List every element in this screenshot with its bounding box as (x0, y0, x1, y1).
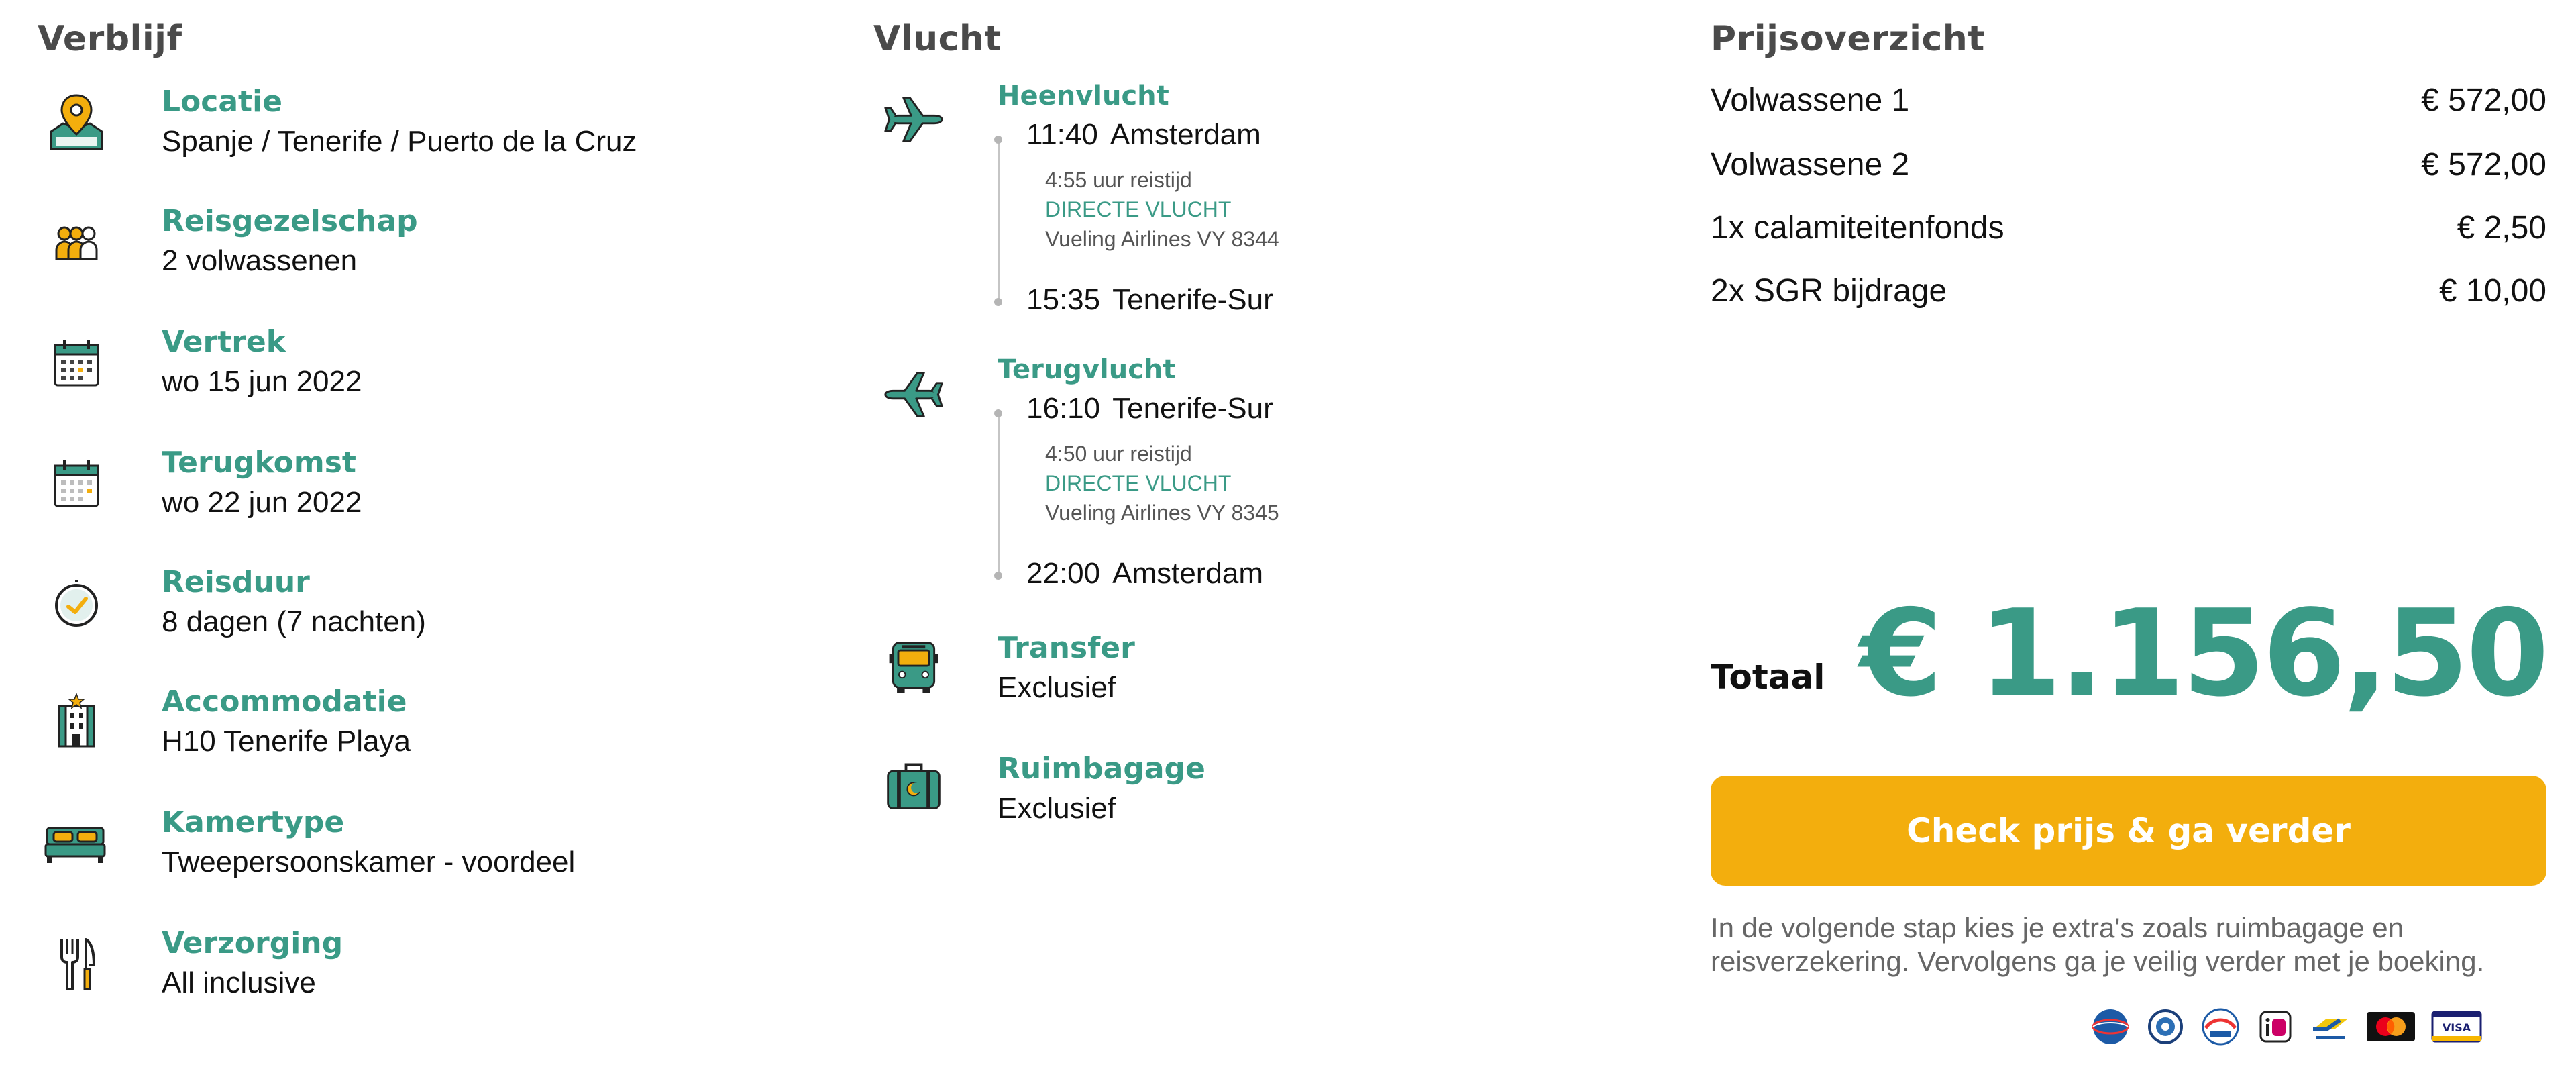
mastercard-logo-icon (2364, 1007, 2418, 1047)
stay-item-kamertype: Kamertype Tweepersoonskamer - voordeel (38, 805, 829, 906)
airplane-icon (884, 371, 943, 418)
stay-item-locatie: Locatie Spanje / Tenerife / Puerto de la… (38, 85, 829, 185)
stay-value: H10 Tenerife Playa (162, 725, 411, 758)
arrival-time: 22:00 (1026, 557, 1101, 590)
vlucht-title: Vlucht (873, 19, 1002, 59)
payment-logos: VISA (2089, 1007, 2483, 1047)
sgr-logo-icon (2199, 1007, 2242, 1047)
cutlery-icon (60, 938, 95, 990)
flight-type: DIRECTE VLUCHT (1045, 471, 1232, 495)
price-row-label: 1x calamiteitenfonds (1711, 210, 2004, 246)
calendar-icon (54, 340, 99, 387)
arrival-time: 15:35 (1026, 283, 1101, 316)
anvr-logo-icon (2089, 1007, 2132, 1047)
price-row: 1x calamiteitenfonds € 2,50 (1711, 209, 2546, 256)
stay-label: Terugkomst (162, 446, 356, 480)
price-row: Volwassene 1 € 572,00 (1711, 82, 2546, 129)
stay-item-reisgezelschap: Reisgezelschap 2 volwassenen (38, 204, 829, 305)
flight-duration: 4:55 uur reistijd (1045, 168, 1192, 192)
bancontact-logo-icon (2309, 1007, 2352, 1047)
stay-label: Vertrek (162, 325, 286, 359)
terugvlucht-title: Terugvlucht (998, 354, 1176, 385)
price-row-value: € 10,00 (2438, 273, 2546, 309)
transfer-item: Transfer Exclusief (873, 631, 1665, 731)
stay-item-verzorging: Verzorging All inclusive (38, 926, 829, 1027)
departure-line: 16:10 Tenerife-Sur (1026, 392, 1273, 425)
stay-item-accommodatie: Accommodatie H10 Tenerife Playa (38, 684, 829, 785)
prijs-title: Prijsoverzicht (1711, 19, 1985, 59)
stay-label: Locatie (162, 85, 282, 119)
hotel-icon (58, 692, 95, 748)
transfer-label: Transfer (998, 631, 1135, 665)
arrival-line: 22:00 Amsterdam (1026, 557, 1263, 591)
stay-label: Reisduur (162, 565, 310, 599)
stay-label: Reisgezelschap (162, 204, 418, 238)
departure-time: 11:40 (1026, 118, 1098, 151)
stay-value: 8 dagen (7 nachten) (162, 605, 426, 638)
price-row-label: 2x SGR bijdrage (1711, 273, 1947, 309)
total-label: Totaal (1711, 658, 1825, 697)
stay-label: Kamertype (162, 805, 345, 840)
transfer-value: Exclusief (998, 671, 1116, 704)
ideal-logo-icon (2254, 1007, 2297, 1047)
bus-icon (889, 642, 938, 693)
price-row: Volwassene 2 € 572,00 (1711, 146, 2546, 193)
departure-time: 16:10 (1026, 392, 1101, 425)
flight-type: DIRECTE VLUCHT (1045, 197, 1232, 221)
prijs-column: Prijsoverzicht Volwassene 1 € 572,00 Vol… (1711, 0, 2549, 1067)
timeline-dot (994, 409, 1002, 417)
check-price-continue-button[interactable]: Check prijs & ga verder (1711, 776, 2546, 886)
stay-value: Spanje / Tenerife / Puerto de la Cruz (162, 125, 637, 158)
flight-duration: 4:50 uur reistijd (1045, 442, 1192, 466)
stay-item-reisduur: Reisduur 8 dagen (7 nachten) (38, 565, 829, 666)
price-row-label: Volwassene 2 (1711, 147, 1910, 183)
stay-item-terugkomst: Terugkomst wo 22 jun 2022 (38, 446, 829, 546)
arrival-line: 15:35 Tenerife-Sur (1026, 283, 1273, 317)
geschillencommissie-logo-icon (2144, 1007, 2187, 1047)
timeline-dot (994, 136, 1002, 144)
heenvlucht-title: Heenvlucht (998, 81, 1169, 111)
arrival-city: Amsterdam (1112, 557, 1264, 590)
departure-line: 11:40 Amsterdam (1026, 118, 1261, 152)
timeline-dot (994, 572, 1002, 580)
ruimbagage-item: Ruimbagage Exclusief (873, 752, 1665, 852)
verblijf-title: Verblijf (38, 19, 182, 59)
airplane-icon (884, 96, 943, 143)
group-people-icon (55, 226, 98, 260)
next-step-note: In de volgende stap kies je extra's zoal… (1711, 912, 2485, 977)
calendar-icon (54, 460, 99, 507)
stay-label: Accommodatie (162, 684, 407, 719)
price-row: 2x SGR bijdrage € 10,00 (1711, 272, 2546, 319)
bed-icon (44, 827, 106, 863)
stay-value: Tweepersoonskamer - voordeel (162, 846, 576, 878)
clock-icon (55, 580, 98, 627)
stay-value: wo 22 jun 2022 (162, 486, 362, 519)
price-row-value: € 572,00 (2421, 83, 2546, 118)
visa-logo-icon: VISA (2430, 1007, 2483, 1047)
departure-city: Tenerife-Sur (1112, 392, 1273, 425)
stay-value: wo 15 jun 2022 (162, 365, 362, 398)
price-row-value: € 572,00 (2421, 147, 2546, 183)
stay-item-vertrek: Vertrek wo 15 jun 2022 (38, 325, 829, 425)
ruimbagage-value: Exclusief (998, 792, 1116, 825)
flight-carrier: Vueling Airlines VY 8345 (1045, 501, 1279, 525)
stay-value: 2 volwassenen (162, 244, 358, 277)
stay-label: Verzorging (162, 926, 343, 960)
svg-text:VISA: VISA (2443, 1021, 2471, 1034)
stay-value: All inclusive (162, 966, 316, 999)
arrival-city: Tenerife-Sur (1112, 283, 1273, 316)
suitcase-icon (887, 763, 941, 810)
price-row-label: Volwassene 1 (1711, 83, 1910, 118)
timeline-line (998, 138, 1000, 302)
total-price: € 1.156,50 (1859, 584, 2549, 723)
timeline-dot (994, 298, 1002, 306)
timeline-line (998, 412, 1000, 573)
location-pin-map-icon (50, 94, 103, 150)
price-row-value: € 2,50 (2457, 210, 2546, 246)
ruimbagage-label: Ruimbagage (998, 752, 1205, 786)
departure-city: Amsterdam (1110, 118, 1261, 151)
flight-carrier: Vueling Airlines VY 8344 (1045, 227, 1279, 251)
